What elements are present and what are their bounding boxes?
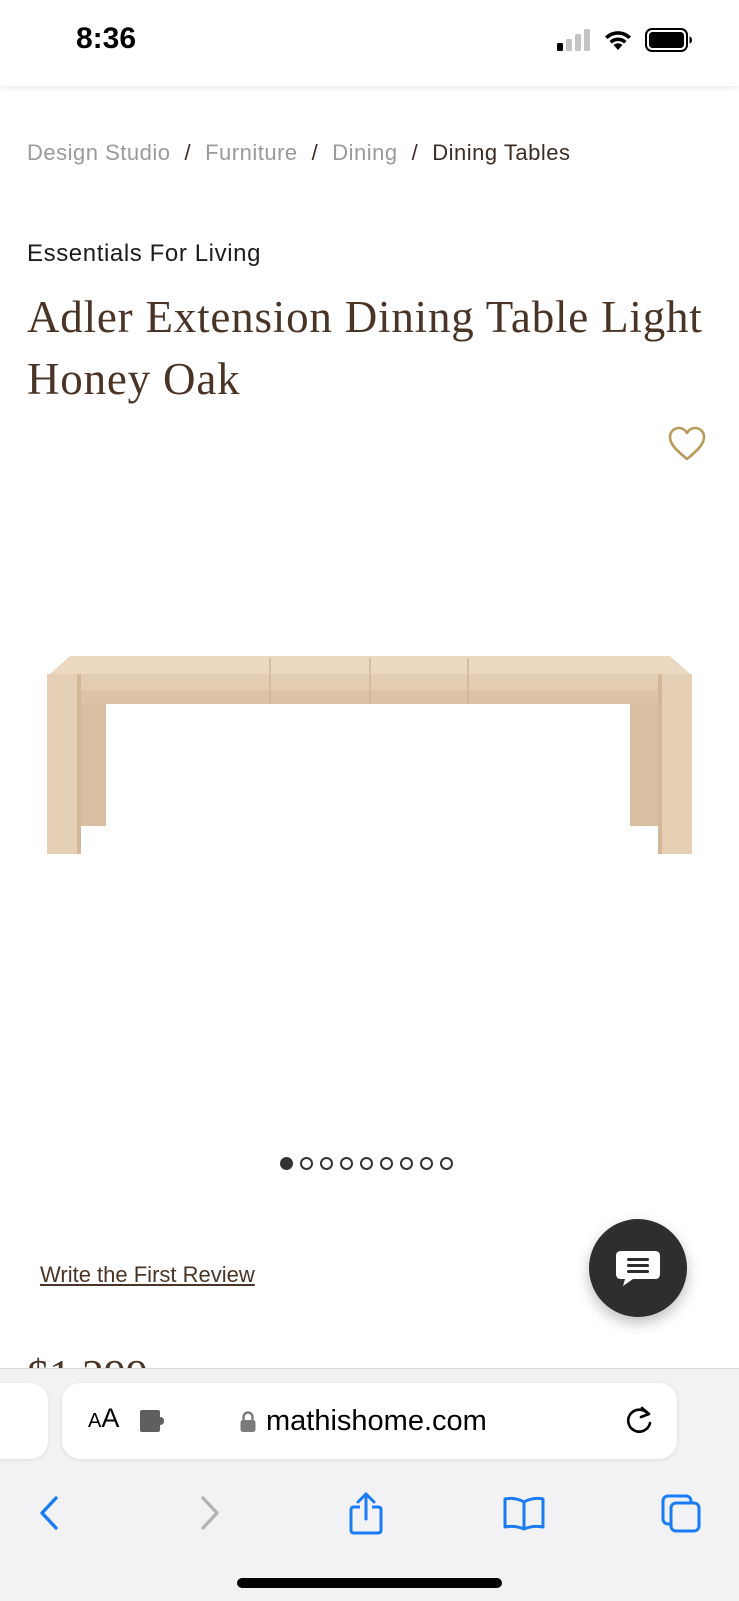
write-review-link[interactable]: Write the First Review — [40, 1262, 255, 1288]
cellular-signal-icon — [557, 29, 590, 51]
book-icon — [503, 1496, 545, 1531]
breadcrumb-separator: / — [311, 140, 319, 165]
forward-button[interactable] — [180, 1483, 240, 1543]
browser-nav-row — [0, 1483, 739, 1543]
extension-button[interactable] — [138, 1409, 168, 1437]
url-text: mathishome.com — [266, 1405, 487, 1437]
reader-text-size-button[interactable]: AA — [88, 1403, 119, 1434]
carousel-dot[interactable] — [300, 1157, 313, 1170]
browser-toolbar: AA mathishome.com — [0, 1368, 739, 1601]
carousel-dot[interactable] — [320, 1157, 333, 1170]
status-time: 8:36 — [76, 22, 137, 55]
status-bar: 8:36 — [0, 0, 739, 86]
url-display[interactable]: mathishome.com — [240, 1405, 487, 1438]
battery-icon — [645, 28, 692, 52]
product-image[interactable] — [40, 650, 700, 880]
breadcrumb-furniture[interactable]: Furniture — [205, 140, 298, 166]
tabs-icon — [661, 1494, 701, 1533]
bookmarks-button[interactable] — [494, 1483, 554, 1543]
home-indicator — [237, 1578, 502, 1588]
aa-small-letter: A — [88, 1410, 102, 1432]
tabs-button[interactable] — [651, 1483, 711, 1543]
product-brand[interactable]: Essentials For Living — [27, 240, 261, 268]
aa-big-letter: A — [101, 1403, 120, 1433]
previous-tab-preview[interactable] — [0, 1383, 48, 1459]
carousel-dot[interactable] — [400, 1157, 413, 1170]
chat-button[interactable] — [589, 1219, 687, 1317]
status-icons — [557, 28, 693, 52]
carousel-dot[interactable] — [380, 1157, 393, 1170]
chevron-right-icon — [201, 1496, 219, 1530]
favorite-button[interactable] — [667, 424, 707, 464]
breadcrumb-separator: / — [184, 140, 192, 165]
image-carousel-dots — [280, 1157, 453, 1170]
carousel-dot[interactable] — [440, 1157, 453, 1170]
reload-button[interactable] — [623, 1403, 655, 1441]
carousel-dot[interactable] — [360, 1157, 373, 1170]
chat-bubble-icon — [616, 1251, 660, 1286]
back-button[interactable] — [19, 1483, 79, 1543]
share-button[interactable] — [336, 1483, 396, 1543]
lock-icon — [240, 1410, 256, 1432]
heart-outline-icon — [668, 426, 706, 461]
breadcrumb-dining[interactable]: Dining — [332, 140, 397, 166]
share-icon — [349, 1492, 383, 1535]
carousel-dot[interactable] — [280, 1157, 293, 1170]
breadcrumb-design-studio[interactable]: Design Studio — [27, 140, 170, 166]
puzzle-extension-icon — [140, 1410, 164, 1432]
breadcrumb: Design Studio / Furniture / Dining / Din… — [27, 140, 570, 166]
carousel-dot[interactable] — [420, 1157, 433, 1170]
chevron-left-icon — [40, 1496, 58, 1530]
product-title: Adler Extension Dining Table Light Honey… — [27, 292, 703, 404]
breadcrumb-dining-tables[interactable]: Dining Tables — [432, 140, 570, 166]
wifi-icon — [605, 31, 631, 50]
breadcrumb-separator: / — [411, 140, 419, 165]
address-bar[interactable]: AA mathishome.com — [62, 1383, 677, 1459]
carousel-dot[interactable] — [340, 1157, 353, 1170]
reload-icon — [626, 1406, 652, 1433]
